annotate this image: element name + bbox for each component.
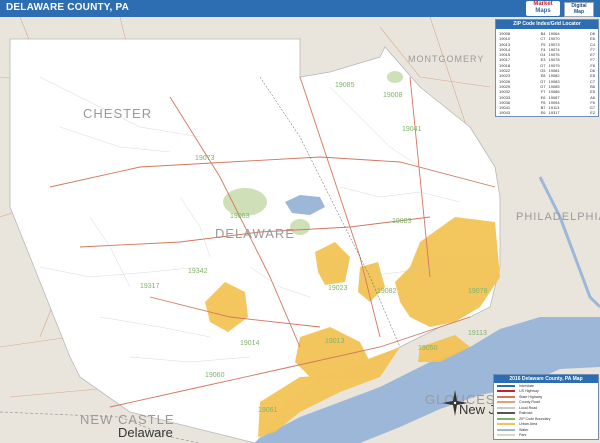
zip-index-grid-ref: E6 [540, 110, 546, 116]
digital-map-badge: Digital Map [564, 2, 594, 17]
legend-label: ZIP Code Boundary [519, 416, 551, 421]
zip-index-zip: 19043 [499, 110, 511, 116]
badge-line-2: Map [574, 9, 584, 15]
zip-label: 19113 [468, 330, 487, 337]
county-label-montgomery: MONTGOMERY [408, 54, 485, 64]
zip-label: 19085 [335, 82, 355, 89]
legend-label: State Highway [519, 394, 543, 399]
zip-label: 19041 [402, 126, 422, 133]
legend-swatch [497, 390, 515, 393]
county-label-delaware: DELAWARE [215, 226, 295, 241]
logo-line-1: Market [533, 1, 553, 7]
legend-swatch [497, 406, 515, 409]
zip-label: 19050 [418, 345, 438, 352]
legend-label: Railroad [519, 411, 533, 416]
compass-icon [442, 390, 468, 416]
legend-swatch [497, 434, 515, 437]
zip-index-row: 19317 E2 [549, 110, 596, 115]
legend-item: Park [494, 433, 598, 439]
legend-swatch [497, 384, 515, 387]
map-title: DELAWARE COUNTY, PA [6, 2, 130, 13]
state-label-delaware: Delaware [118, 425, 173, 440]
county-label-philadelphia: PHILADELPHIA [516, 211, 600, 223]
legend-label: Local Road [519, 405, 538, 410]
brand-logo[interactable]: Market Maps [526, 1, 560, 16]
legend-swatch [497, 423, 515, 426]
zip-label: 19083 [392, 218, 412, 225]
zip-index-grid-ref: E2 [590, 110, 595, 116]
legend-rows: Interstate US Highway State Highway County … [494, 383, 598, 438]
map-legend: 2016 Delaware County, PA Map Interstate U… [493, 374, 599, 440]
zip-label: 19073 [195, 155, 215, 162]
map-frame: DELAWARE COUNTY, PA Market Maps Digital … [0, 0, 600, 443]
zip-label: 19342 [188, 268, 208, 275]
zip-index-panel: ZIP Code Index/Grid Locator 19008 B4 19064… [495, 19, 599, 117]
legend-label: Urban Area [519, 422, 538, 427]
legend-title: 2016 Delaware County, PA Map [494, 375, 598, 383]
legend-swatch [497, 417, 515, 420]
zip-label: 19023 [328, 285, 348, 292]
zip-label: 19063 [230, 213, 250, 220]
zip-index-row: 19043 E6 [499, 110, 546, 115]
legend-swatch [497, 412, 515, 415]
legend-label: County Road [519, 400, 540, 405]
legend-label: Park [519, 433, 527, 438]
zip-label: 19078 [468, 288, 488, 295]
logo-line-2: Maps [535, 8, 551, 14]
zip-label: 19060 [205, 372, 225, 379]
zip-index-grid: 19008 B4 19064 D6 19010 C7 19070 E6 19013 F5 19073… [496, 29, 598, 118]
zip-label: 19317 [140, 283, 160, 290]
zip-label: 19082 [377, 288, 397, 295]
legend-label: Interstate [519, 383, 534, 388]
legend-label: Water [519, 427, 529, 432]
legend-swatch [497, 395, 515, 398]
zip-index-zip: 19317 [548, 110, 560, 116]
zip-index-title: ZIP Code Index/Grid Locator [496, 20, 598, 29]
zip-label: 19014 [240, 340, 260, 347]
zip-label: 19008 [383, 92, 403, 99]
zip-label: 19013 [325, 338, 345, 345]
legend-swatch [497, 401, 515, 404]
legend-label: US Highway [519, 389, 539, 394]
legend-swatch [497, 428, 515, 431]
zip-label: 19061 [258, 407, 278, 414]
county-label-chester: CHESTER [83, 106, 153, 121]
